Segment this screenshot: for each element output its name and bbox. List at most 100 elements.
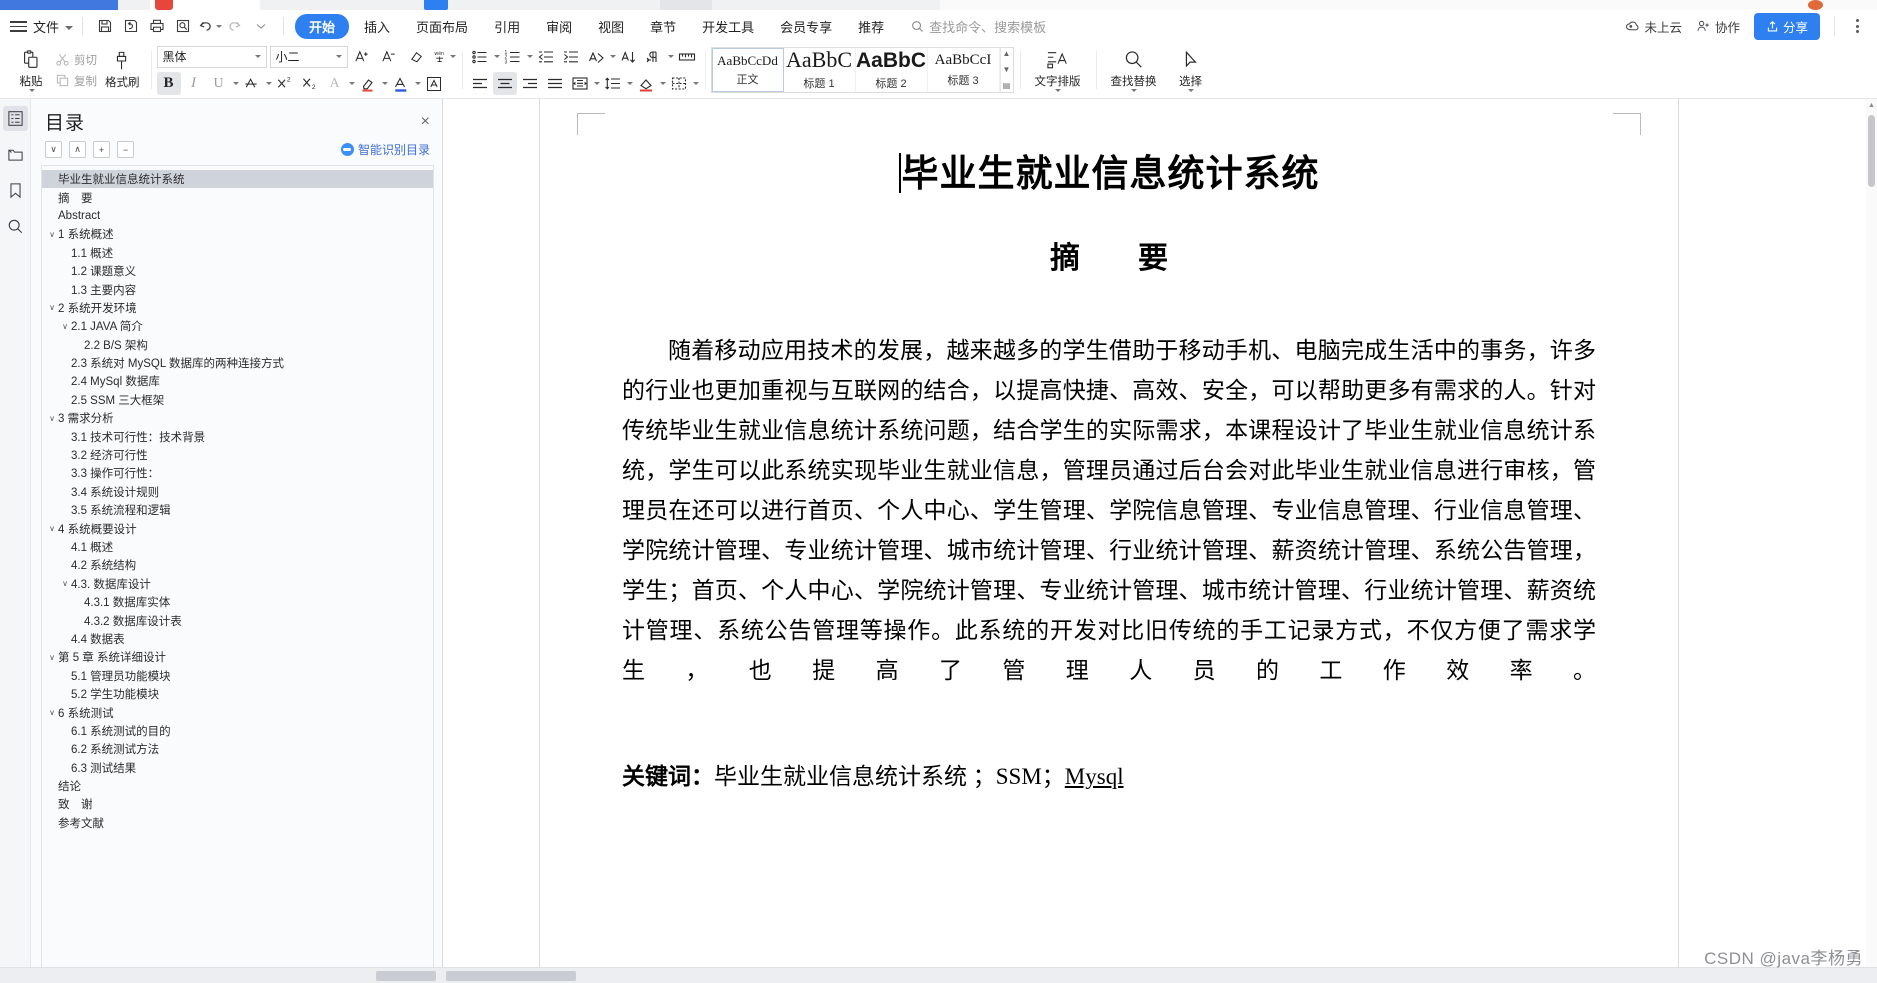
bold-button[interactable]: B: [156, 72, 181, 95]
ruler-button[interactable]: [675, 45, 699, 68]
subscript-button[interactable]: 2: [298, 72, 322, 95]
cloud-status-button[interactable]: 未上云: [1625, 17, 1682, 36]
toc-item[interactable]: 3.5 系统流程和逻辑: [42, 501, 433, 519]
prev-heading-button[interactable]: ∧: [69, 141, 86, 158]
toc-item[interactable]: 摘 要: [42, 188, 433, 206]
select-caret[interactable]: [1188, 88, 1194, 92]
expand-all-button[interactable]: +: [93, 141, 110, 158]
font-family-select[interactable]: 黑体: [156, 45, 267, 68]
ribbon-tab-start[interactable]: 开始: [295, 13, 350, 39]
style-scroll-down-icon[interactable]: ▼: [1003, 66, 1011, 74]
style-normal[interactable]: AaBbCcDd 正文: [711, 48, 784, 92]
file-menu-button[interactable]: 文件: [33, 17, 74, 36]
toc-item[interactable]: 4.3.1 数据库实体: [42, 593, 433, 611]
clear-format-icon[interactable]: [405, 45, 429, 68]
font-size-select[interactable]: 小二: [269, 45, 348, 68]
toc-item[interactable]: 1.1 概述: [42, 244, 433, 262]
highlight-color-caret[interactable]: [381, 82, 388, 85]
toc-item[interactable]: 参考文献: [42, 814, 433, 832]
close-icon[interactable]: ×: [421, 113, 430, 130]
toc-item[interactable]: ∨ 4 系统概要设计: [42, 519, 433, 537]
avatar[interactable]: [1808, 0, 1823, 10]
shrink-font-icon[interactable]: [378, 45, 402, 68]
font-color-button[interactable]: [389, 72, 413, 95]
toc-item[interactable]: ∨ 1 系统概述: [42, 225, 433, 243]
style-heading-1[interactable]: AaBbC 标题 1: [784, 48, 856, 92]
find-replace-caret[interactable]: [1131, 88, 1137, 92]
toc-item[interactable]: ∨ 第 5 章 系统详细设计: [42, 648, 433, 666]
toc-list[interactable]: 毕业生就业信息统计系统摘 要 Abstract ∨ 1 系统概述 1.1 概述 1.2 课…: [41, 165, 434, 983]
toc-item[interactable]: 4.4 数据表: [42, 630, 433, 648]
style-scroll-up-icon[interactable]: ▲: [1003, 50, 1011, 58]
toc-item[interactable]: ∨ 3 需求分析: [42, 409, 433, 427]
chevron-down-icon[interactable]: ∨: [46, 414, 58, 423]
highlight-color-button[interactable]: [356, 72, 380, 95]
find-replace-button[interactable]: 查找替换: [1102, 47, 1166, 94]
collaborate-button[interactable]: 协作: [1696, 17, 1740, 36]
pinyin-dropdown-caret[interactable]: [449, 55, 456, 58]
underline-dropdown-caret[interactable]: [232, 82, 239, 85]
toc-item[interactable]: 3.1 技术可行性：技术背景: [42, 427, 433, 445]
align-right-button[interactable]: [518, 72, 542, 95]
borders-button[interactable]: [667, 72, 691, 95]
save-as-icon[interactable]: [118, 14, 144, 38]
scroll-up-icon[interactable]: ▲: [1866, 99, 1877, 112]
align-left-button[interactable]: [468, 72, 492, 95]
italic-button[interactable]: I: [182, 72, 206, 95]
toc-item[interactable]: 2.5 SSM 三大框架: [42, 391, 433, 409]
toc-item[interactable]: ∨ 6 系统测试: [42, 703, 433, 721]
share-button[interactable]: 分享: [1753, 12, 1820, 40]
toc-item[interactable]: 6.3 测试结果: [42, 759, 433, 777]
show-paragraph-marks-button[interactable]: [642, 45, 666, 68]
chapter-nav-icon[interactable]: [3, 142, 28, 167]
ribbon-tab-recommend[interactable]: 推荐: [847, 14, 895, 39]
new-tab-button[interactable]: [424, 0, 448, 10]
toc-item[interactable]: 2.3 系统对 MySQL 数据库的两种连接方式: [42, 354, 433, 372]
strikethrough-dropdown-caret[interactable]: [265, 82, 272, 85]
toc-item[interactable]: 4.1 概述: [42, 538, 433, 556]
toc-item[interactable]: 致 谢: [42, 795, 433, 813]
toc-item[interactable]: 1.3 主要内容: [42, 280, 433, 298]
shading-caret[interactable]: [659, 82, 666, 85]
ribbon-tab-view[interactable]: 视图: [587, 14, 635, 39]
ribbon-tab-developer[interactable]: 开发工具: [691, 14, 765, 39]
style-gallery-scroll[interactable]: ▲ ▼ ▤: [999, 48, 1013, 92]
chevron-down-icon[interactable]: ∨: [46, 230, 58, 239]
document-page[interactable]: 毕业生就业信息统计系统 摘 要 随着移动应用技术的发展，越来越多的学生借助于移动…: [539, 99, 1679, 983]
smart-toc-button[interactable]: 智能识别目录: [340, 141, 430, 158]
undo-dropdown-caret[interactable]: [215, 24, 222, 28]
show-marks-caret[interactable]: [667, 55, 674, 58]
paste-button[interactable]: 粘贴: [10, 47, 52, 94]
command-search-input[interactable]: 查找命令、搜索模板: [911, 17, 1046, 36]
more-options-icon[interactable]: [1849, 19, 1865, 33]
distribute-caret[interactable]: [593, 82, 600, 85]
undo-icon[interactable]: [196, 14, 222, 38]
toc-item[interactable]: Abstract: [42, 207, 433, 225]
style-gallery-expand-icon[interactable]: ▤: [1003, 82, 1011, 90]
text-typeset-caret[interactable]: [1055, 88, 1061, 92]
toc-item[interactable]: 6.2 系统测试方法: [42, 740, 433, 758]
grow-font-icon[interactable]: [351, 45, 375, 68]
strikethrough-button[interactable]: [240, 72, 264, 95]
numbering-caret[interactable]: [526, 55, 533, 58]
toc-item[interactable]: 4.2 系统结构: [42, 556, 433, 574]
pinyin-guide-icon[interactable]: wén: [432, 45, 456, 68]
toc-item[interactable]: 3.4 系统设计规则: [42, 483, 433, 501]
character-border-button[interactable]: [422, 72, 446, 95]
underline-button[interactable]: U: [207, 72, 231, 95]
distribute-button[interactable]: [568, 72, 592, 95]
horizontal-scroll-segment[interactable]: [376, 971, 436, 981]
search-icon[interactable]: [3, 214, 28, 239]
chevron-down-icon[interactable]: ∨: [46, 524, 58, 533]
toc-item[interactable]: 3.3 操作可行性：: [42, 464, 433, 482]
toc-item[interactable]: ∨ 4.3. 数据库设计: [42, 575, 433, 593]
style-heading-2[interactable]: AaBbC 标题 2: [856, 48, 928, 92]
ribbon-tab-review[interactable]: 审阅: [535, 14, 583, 39]
print-preview-icon[interactable]: [170, 14, 196, 38]
ribbon-tab-references[interactable]: 引用: [483, 14, 531, 39]
align-center-button[interactable]: [492, 72, 517, 95]
character-shading-caret[interactable]: [348, 82, 355, 85]
outline-icon[interactable]: [2, 106, 28, 131]
toc-item[interactable]: ∨ 2 系统开发环境: [42, 299, 433, 317]
toc-item[interactable]: 3.2 经济可行性: [42, 446, 433, 464]
